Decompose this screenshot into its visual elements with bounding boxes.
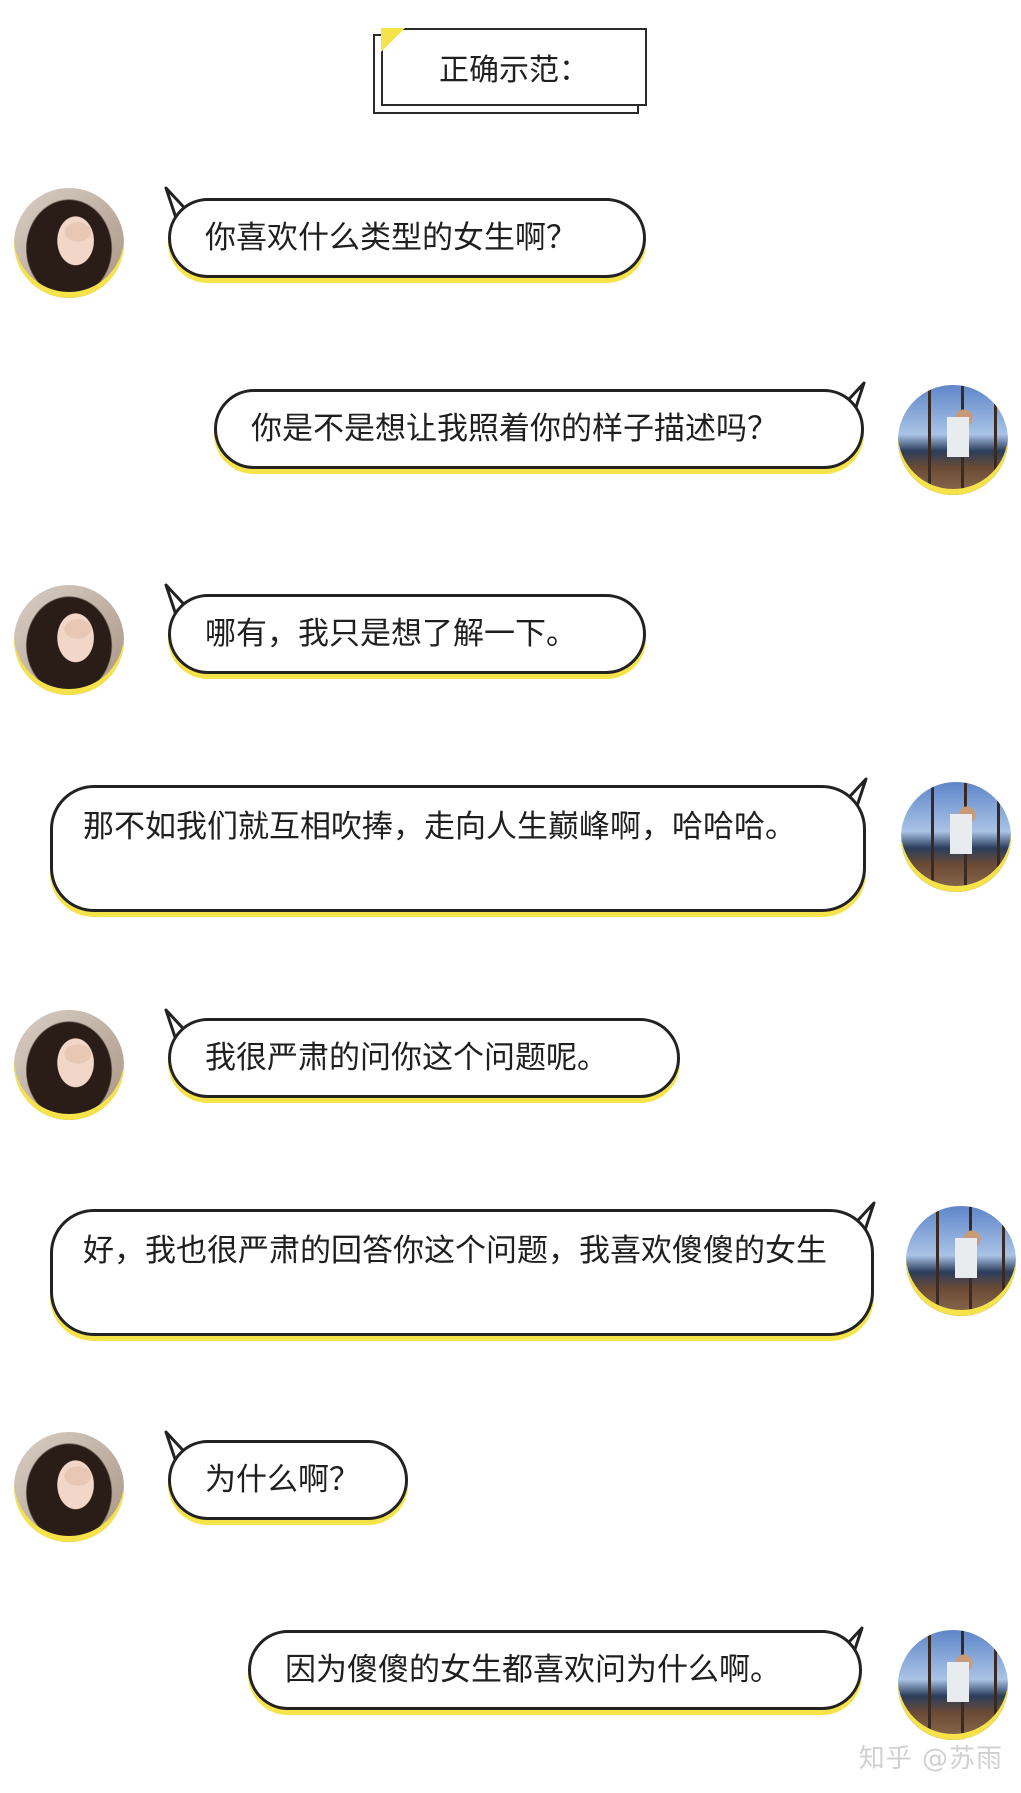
message-bubble[interactable]: 那不如我们就互相吹捧，走向人生巅峰啊，哈哈哈。 [50, 785, 866, 912]
page-title: 正确示范： [381, 28, 647, 106]
avatar-male[interactable] [898, 385, 1008, 495]
watermark: 知乎 @苏雨 [858, 1744, 1003, 1774]
folded-corner-icon [381, 28, 405, 52]
avatar-male[interactable] [898, 1630, 1008, 1740]
message-bubble[interactable]: 为什么啊？ [168, 1440, 408, 1520]
message-text: 那不如我们就互相吹捧，走向人生巅峰啊，哈哈哈。 [83, 809, 796, 845]
title-card: 正确示范： [373, 28, 647, 114]
message-text: 好，我也很严肃的回答你这个问题，我喜欢傻傻的女生 [83, 1233, 827, 1269]
message-bubble[interactable]: 你喜欢什么类型的女生啊？ [168, 198, 646, 278]
message-text: 为什么啊？ [205, 1462, 360, 1498]
message-bubble[interactable]: 因为傻傻的女生都喜欢问为什么啊。 [248, 1630, 862, 1710]
avatar-female[interactable] [14, 1010, 124, 1120]
message-text: 你是不是想让我照着你的样子描述吗？ [251, 411, 778, 447]
avatar-female[interactable] [14, 188, 124, 298]
avatar-male[interactable] [901, 782, 1011, 892]
message-text: 因为傻傻的女生都喜欢问为什么啊。 [285, 1652, 781, 1688]
avatar-male[interactable] [906, 1206, 1016, 1316]
message-bubble[interactable]: 你是不是想让我照着你的样子描述吗？ [214, 389, 864, 469]
avatar-female[interactable] [14, 585, 124, 695]
message-text: 我很严肃的问你这个问题呢。 [205, 1040, 608, 1076]
message-text: 你喜欢什么类型的女生啊？ [205, 220, 577, 256]
message-bubble[interactable]: 我很严肃的问你这个问题呢。 [168, 1018, 680, 1098]
message-text: 哪有，我只是想了解一下。 [205, 616, 577, 652]
message-bubble[interactable]: 哪有，我只是想了解一下。 [168, 594, 646, 674]
message-bubble[interactable]: 好，我也很严肃的回答你这个问题，我喜欢傻傻的女生 [50, 1209, 874, 1336]
avatar-female[interactable] [14, 1432, 124, 1542]
